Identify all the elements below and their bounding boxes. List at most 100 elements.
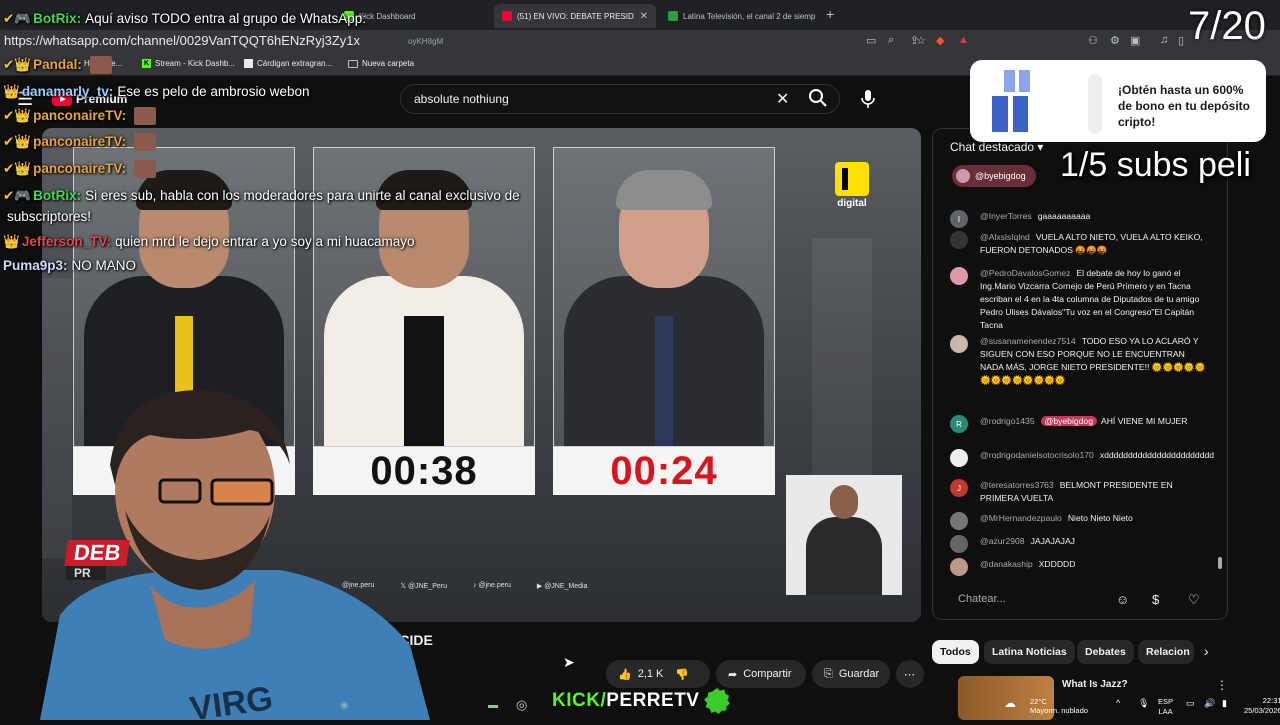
avatar[interactable] <box>950 535 968 553</box>
avatar[interactable]: J <box>950 479 968 497</box>
chat-badge-icon: 👑 <box>3 84 20 99</box>
avatar[interactable]: R <box>950 415 968 433</box>
chip-todos[interactable]: Todos <box>932 640 979 664</box>
media-icon[interactable]: ♫ <box>1160 34 1168 46</box>
url-input[interactable]: https://whatsapp.com/channel/0029VanTQQT… <box>4 33 360 48</box>
avatar <box>956 169 970 183</box>
volume-icon[interactable]: 🔊 <box>1204 698 1215 709</box>
brave-shield-icon[interactable]: ◆ <box>936 34 944 47</box>
cast-icon[interactable]: ▭ <box>866 34 876 47</box>
like-button[interactable]: 👍 2,1 K 👎 <box>606 660 710 688</box>
chat-text: JAJAJAJAJ <box>1030 536 1075 546</box>
extension-icon[interactable]: ⚇ <box>1088 34 1098 47</box>
close-tab-icon[interactable]: ✕ <box>640 11 648 22</box>
overlay-username: BotRix: <box>33 11 82 26</box>
tab-latina[interactable]: Latina Televisión, el canal 2 de siemp ✕ <box>660 4 822 28</box>
chip-relacionados[interactable]: Relacion <box>1138 640 1194 664</box>
chip-latina-noticias[interactable]: Latina Noticias <box>984 640 1075 664</box>
bookmark-item[interactable]: K Stream - Kick Dashb... <box>142 59 235 68</box>
chip-debates[interactable]: Debates <box>1077 640 1134 664</box>
rewards-icon[interactable]: ▲ <box>958 34 969 46</box>
bookmark-item[interactable]: Cárdigan extragran... <box>244 59 332 68</box>
kick-brand-label: KICK/PERRETV <box>552 690 700 711</box>
avatar[interactable] <box>950 335 968 353</box>
overlay-chat-line: ✔🎮 BotRix: Si eres sub, habla con los mode… <box>3 187 520 205</box>
chat-header[interactable]: Chat destacado ▾ <box>950 140 1043 154</box>
taskbar-clock[interactable]: 22:31 25/03/2026 <box>1244 696 1280 716</box>
chat-username[interactable]: @azur2908 <box>980 536 1025 546</box>
bookmark-folder[interactable]: Nueva carpeta <box>348 59 414 68</box>
zoom-icon[interactable]: ⌕ <box>888 34 894 47</box>
avatar[interactable] <box>950 267 968 285</box>
stream-counter: 7/20 <box>1188 4 1266 48</box>
avatar[interactable] <box>950 512 968 530</box>
pinned-user-badge[interactable]: @byebigdog <box>952 165 1036 187</box>
chat-username[interactable]: @MrHernandezpaulo <box>980 513 1062 523</box>
overlay-message: Aquí aviso TODO entra al grupo de WhatsA… <box>85 11 367 26</box>
chevron-up-icon[interactable]: ^ <box>1116 698 1120 708</box>
avatar[interactable] <box>950 449 968 467</box>
chat-username[interactable]: @teresatorres3763 <box>980 480 1054 490</box>
emote-icon <box>134 133 157 152</box>
emote-icon <box>134 160 157 179</box>
taskbar-app-icon[interactable]: ▬ <box>488 700 498 711</box>
search-input[interactable]: absolute nothiung <box>414 92 509 106</box>
chevron-right-icon[interactable]: › <box>1204 643 1209 659</box>
new-tab-button[interactable]: + <box>826 6 834 22</box>
chat-text: XDDDDD <box>1038 559 1076 569</box>
next-video-title[interactable]: What Is Jazz? <box>1062 679 1128 690</box>
weather-widget[interactable]: ☁ 22°C Mayorm. nublado <box>1004 697 1088 715</box>
chat-username[interactable]: @rodrigodanielsotocrisolo170 <box>980 450 1094 460</box>
ad-nav-icons <box>1088 74 1102 134</box>
chat-username[interactable]: @danakaship <box>980 559 1033 569</box>
chat-message: @azur2908 JAJAJAJAJ <box>950 535 1210 553</box>
taskbar-app-icon[interactable]: ◎ <box>516 697 527 713</box>
chat-message: R @rodrigo1435 @byebigdog AHÍ VIENE MI MUJE… <box>950 415 1210 433</box>
bookmark-star-icon[interactable]: ☆ <box>916 34 926 47</box>
overlay-username: panconaireTV: <box>33 134 127 149</box>
debate-badge: DEB PR <box>64 540 131 580</box>
battery-icon[interactable]: ▮ <box>1222 698 1227 709</box>
chat-username[interactable]: @PedroDavalosGomez <box>980 268 1070 278</box>
network-icon[interactable]: ▭ <box>1186 698 1195 709</box>
more-actions-button[interactable]: ⋯ <box>896 660 924 688</box>
chat-username[interactable]: @InyerTorres <box>980 211 1032 221</box>
avatar[interactable]: I <box>950 210 968 228</box>
overlay-username: Pandal: <box>33 57 82 72</box>
chat-mention[interactable]: @byebigdog <box>1040 416 1097 426</box>
avatar[interactable] <box>950 231 968 249</box>
extension-icon[interactable]: ▣ <box>1130 34 1140 47</box>
chat-badge-icon: ✔🎮 <box>3 11 32 26</box>
overlay-chat-line: Puma9p3: NO MANO <box>3 257 136 275</box>
overlay-chat-line: subscriptores! <box>3 208 91 226</box>
share-button[interactable]: ➦ Compartir <box>716 660 806 688</box>
thumbs-down-icon[interactable]: 👎 <box>675 668 689 681</box>
avatar[interactable] <box>950 558 968 576</box>
chat-scrollbar[interactable] <box>1218 557 1222 569</box>
overlay-chat-line: ✔👑 panconaireTV: <box>3 133 157 152</box>
heart-icon[interactable]: ♡ <box>1188 592 1206 610</box>
close-tab-icon[interactable]: ✕ <box>820 11 822 22</box>
overlay-chat-line: ✔🎮 BotRix: Aquí aviso TODO entra al grupo … <box>3 10 366 28</box>
extension-icon[interactable]: ⚙ <box>1110 34 1120 47</box>
chat-text: AHÍ VIENE MI MUJER <box>1100 416 1188 426</box>
chat-username[interactable]: @rodrigo1435 <box>980 416 1035 426</box>
microphone-icon[interactable] <box>858 88 878 115</box>
search-icon[interactable] <box>808 88 828 113</box>
chat-username[interactable]: @susanamenendez7514 <box>980 336 1076 346</box>
tab-youtube-debate[interactable]: (51) EN VIVO: DEBATE PRESID ✕ <box>494 4 656 28</box>
sidebar-icon[interactable]: ▯ <box>1178 34 1184 47</box>
super-chat-icon[interactable]: $ <box>1152 592 1170 610</box>
mic-tray-icon[interactable]: 🎙 <box>1138 698 1149 709</box>
save-icon: ⎘ <box>824 667 833 680</box>
taskbar-app-icon[interactable]: ◉ <box>340 700 349 711</box>
emoji-icon[interactable]: ☺ <box>1116 592 1134 610</box>
language-indicator[interactable]: ESP LAA <box>1158 697 1173 717</box>
overlay-username: BotRix: <box>33 188 82 203</box>
like-count: 2,1 K <box>637 668 664 680</box>
overlay-username: Puma9p3: <box>3 258 68 273</box>
chat-input[interactable]: Chatear... <box>946 587 1186 615</box>
chat-username[interactable]: @AlxslsIqlnd <box>980 232 1030 242</box>
save-button[interactable]: ⎘ Guardar <box>812 660 890 688</box>
clear-search-icon[interactable]: ✕ <box>776 89 789 109</box>
